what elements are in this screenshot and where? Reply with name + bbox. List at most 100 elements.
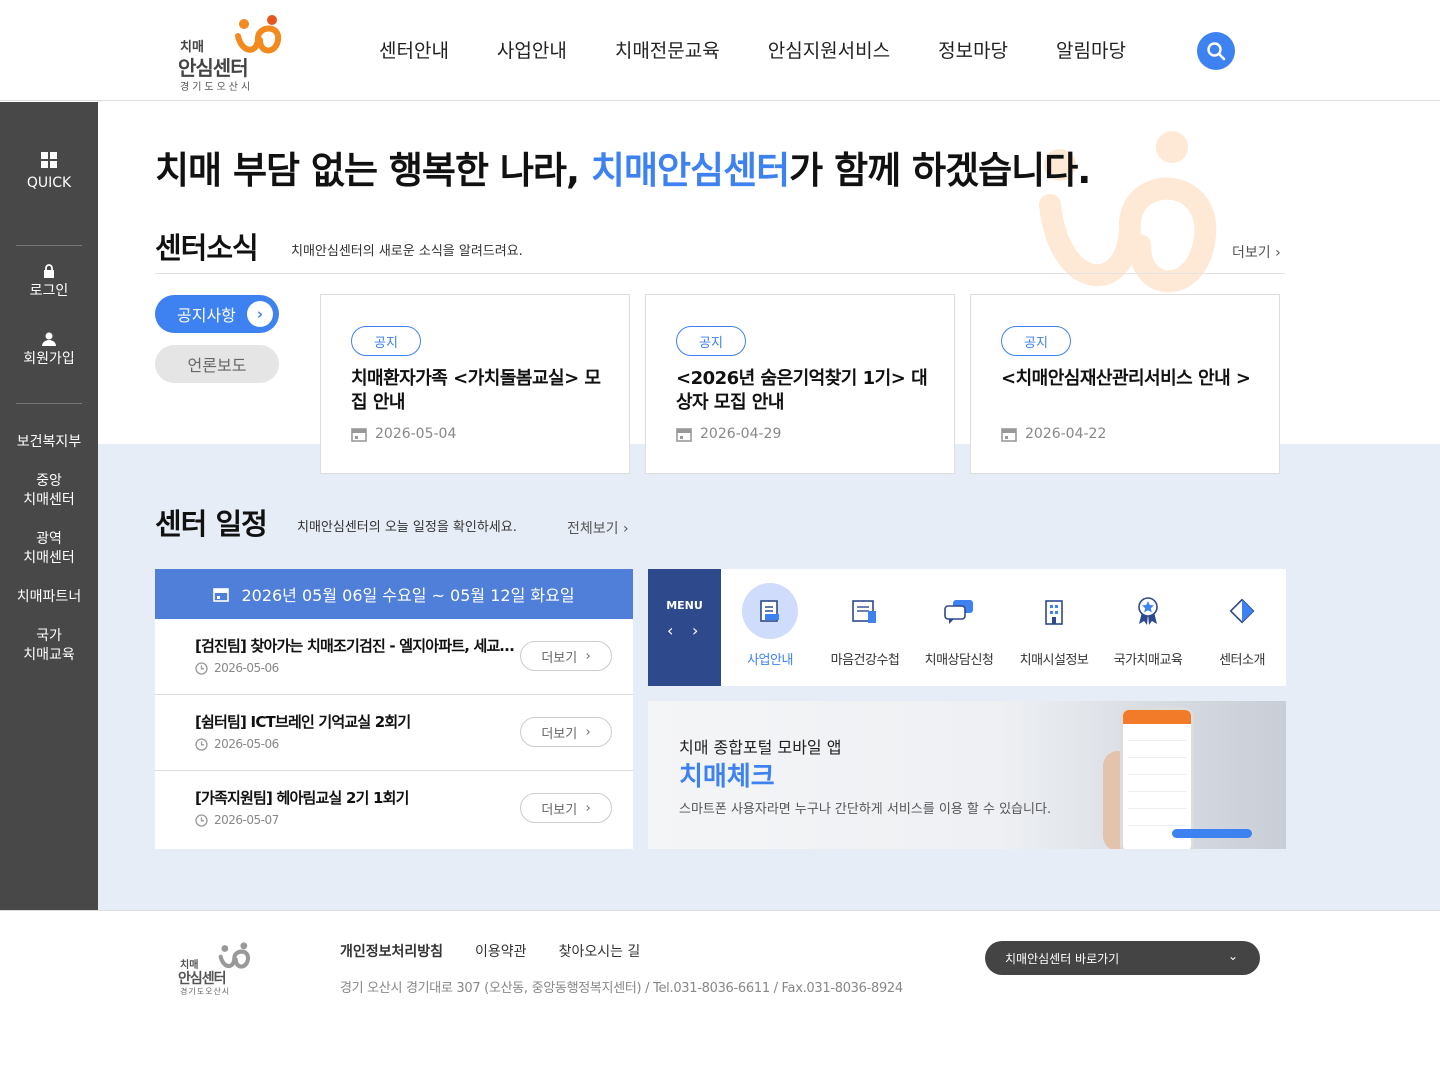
schedule-more-button[interactable]: 더보기 › <box>520 717 612 747</box>
footer-link-terms[interactable]: 이용약관 <box>475 941 527 961</box>
lock-icon <box>44 264 54 278</box>
logo-mark-icon <box>218 942 250 969</box>
news-card[interactable]: 공지 치매환자가족 <가치돌봄교실> 모집 안내 2026-05-04 <box>320 294 630 474</box>
divider <box>155 273 1285 274</box>
news-card[interactable]: 공지 <치매안심재산관리서비스 안내 > 2026-04-22 <box>970 294 1280 474</box>
footer-link-directions[interactable]: 찾아오시는 길 <box>559 941 641 961</box>
clock-icon <box>195 737 208 751</box>
app-banner[interactable]: 치매 종합포털 모바일 앱 치매체크 스마트폰 사용자라면 누구나 간단하게 서… <box>648 701 1286 849</box>
quick-item-facilities[interactable]: 치매시설정보 <box>1006 583 1102 668</box>
nav-business[interactable]: 사업안내 <box>497 36 567 63</box>
footer-logo: 치매 안심센터 경기도오산시 <box>178 941 258 1001</box>
quick-menu-nav: MENU ‹ › <box>648 569 721 686</box>
sidebar-link-central-center[interactable]: 중앙 치매센터 <box>0 472 98 510</box>
medal-icon <box>1120 583 1176 639</box>
schedule-title[interactable]: [쉼터팀] ICT브레인 기억교실 2회기 <box>195 711 525 732</box>
logo-line2: 안심센터 <box>178 971 227 987</box>
news-badge: 공지 <box>676 326 746 356</box>
banner-progress-bar <box>1172 829 1252 838</box>
divider <box>16 245 82 246</box>
chevron-left-icon[interactable]: ‹ <box>667 621 673 640</box>
nav-education[interactable]: 치매전문교육 <box>615 36 720 63</box>
nav-notice[interactable]: 알림마당 <box>1056 36 1126 63</box>
grid-icon <box>41 152 57 168</box>
chevron-down-icon: ⌄ <box>1227 949 1238 963</box>
hero-title: 치매 부담 없는 행복한 나라, 치매안심센터가 함께 하겠습니다. <box>155 140 1091 194</box>
tab-notice[interactable]: 공지사항 › <box>155 295 279 333</box>
building-icon <box>1026 583 1082 639</box>
sidebar-link-regional-center[interactable]: 광역 치매센터 <box>0 530 98 568</box>
login-button[interactable]: 로그인 <box>0 264 98 301</box>
quick-item-center-intro[interactable]: 센터소개 <box>1194 583 1290 668</box>
schedule-list: 2026년 05월 06일 수요일 ~ 05월 12일 화요일 [검진팀] 찾아… <box>155 569 633 849</box>
join-label: 회원가입 <box>23 351 75 367</box>
quick-item-label: 국가치매교육 <box>1113 653 1183 668</box>
join-button[interactable]: 회원가입 <box>0 332 98 369</box>
news-card-date: 2026-04-29 <box>676 426 781 442</box>
quick-item-business[interactable]: 사업안내 <box>722 583 818 668</box>
quick-item-consult[interactable]: 치매상담신청 <box>911 583 1007 668</box>
menu-label: MENU <box>666 599 703 612</box>
footer-address: 경기 오산시 경기대로 307 (오산동, 중앙동행정복지센터) / Tel.0… <box>340 981 903 996</box>
tab-press[interactable]: 언론보도 <box>155 345 279 383</box>
sidebar-link-partner[interactable]: 치매파트너 <box>0 588 98 607</box>
news-section-desc: 치매안심센터의 새로운 소식을 알려드려요. <box>291 244 523 259</box>
news-card-date-text: 2026-04-29 <box>700 426 782 442</box>
phone-image <box>1120 707 1194 849</box>
hero-title-text-end: 가 함께 하겠습니다. <box>789 149 1091 192</box>
quick-menu-button[interactable]: QUICK <box>0 152 98 193</box>
schedule-date-text: 2026-05-07 <box>214 813 279 827</box>
search-icon <box>1207 42 1226 61</box>
news-card-date-text: 2026-05-04 <box>375 426 457 442</box>
banner-desc: 스마트폰 사용자라면 누구나 간단하게 서비스를 이용 할 수 있습니다. <box>679 802 1052 817</box>
schedule-section-title: 센터 일정 <box>155 507 268 541</box>
news-section-title: 센터소식 <box>155 231 259 265</box>
search-button[interactable] <box>1197 32 1235 70</box>
nav-info[interactable]: 정보마당 <box>938 36 1008 63</box>
chevron-right-icon[interactable]: › <box>692 621 698 640</box>
user-icon <box>42 332 56 346</box>
quick-item-mind-health[interactable]: 마음건강수첩 <box>817 583 913 668</box>
schedule-title[interactable]: [검진팀] 찾아가는 치매조기검진 - 엘지아파트, 세교… <box>195 635 525 656</box>
footer-link-privacy[interactable]: 개인정보처리방침 <box>340 941 443 961</box>
chevron-right-icon: › <box>585 724 591 740</box>
nav-support-service[interactable]: 안심지원서비스 <box>768 36 890 63</box>
news-card[interactable]: 공지 <2026년 숨은기억찾기 1기> 대상자 모집 안내 2026-04-2… <box>645 294 955 474</box>
calendar-icon <box>213 587 230 602</box>
schedule-more-button[interactable]: 더보기 › <box>520 793 612 823</box>
quick-item-label: 센터소개 <box>1219 653 1265 668</box>
schedule-date-text: 2026-05-06 <box>214 661 279 675</box>
logo-line2: 안심센터 <box>178 56 249 80</box>
news-more-link[interactable]: 더보기 › <box>1232 242 1281 262</box>
nav-center-info[interactable]: 센터안내 <box>379 36 449 63</box>
sidebar-link-national-edu[interactable]: 국가 치매교육 <box>0 627 98 665</box>
schedule-more-label: 더보기 <box>541 802 578 818</box>
schedule-range: 2026년 05월 06일 수요일 ~ 05월 12일 화요일 <box>155 569 633 619</box>
schedule-title[interactable]: [가족지원팀] 헤아림교실 2기 1회기 <box>195 787 525 808</box>
family-site-select[interactable]: 치매안심센터 바로가기 ⌄ <box>985 941 1260 975</box>
schedule-row: [쉼터팀] ICT브레인 기억교실 2회기 2026-05-06 더보기 › <box>155 695 633 771</box>
notebook-icon <box>837 583 893 639</box>
hero-title-text: 치매 부담 없는 행복한 나라, <box>155 149 591 192</box>
schedule-date: 2026-05-07 <box>195 813 279 827</box>
sidebar-link-mohw[interactable]: 보건복지부 <box>0 433 98 452</box>
logo-line3: 경기도오산시 <box>180 82 254 93</box>
chevron-right-icon: › <box>247 301 273 327</box>
quick-item-label: 사업안내 <box>747 653 793 668</box>
quick-sidebar: QUICK 로그인 회원가입 보건복지부 중앙 치매센터 광역 치매센터 치매파… <box>0 102 98 910</box>
calendar-icon <box>351 427 367 442</box>
news-card-date: 2026-04-22 <box>1001 426 1106 442</box>
news-card-date: 2026-05-04 <box>351 426 456 442</box>
site-logo[interactable]: 치매 안심센터 경기도오산시 <box>178 14 288 93</box>
schedule-more-button[interactable]: 더보기 › <box>520 641 612 671</box>
quick-item-national-edu[interactable]: 국가치매교육 <box>1100 583 1196 668</box>
logo-line3: 경기도오산시 <box>180 987 231 996</box>
chevron-right-icon: › <box>622 521 629 537</box>
schedule-row: [검진팀] 찾아가는 치매조기검진 - 엘지아파트, 세교… 2026-05-0… <box>155 619 633 695</box>
schedule-all-link[interactable]: 전체보기 › <box>567 518 629 538</box>
banner-subtitle: 치매 종합포털 모바일 앱 <box>679 738 842 757</box>
chat-icon <box>931 583 987 639</box>
login-label: 로그인 <box>29 283 69 299</box>
main-nav: 센터안내 사업안내 치매전문교육 안심지원서비스 정보마당 알림마당 <box>355 36 1150 63</box>
calendar-icon <box>676 427 692 442</box>
